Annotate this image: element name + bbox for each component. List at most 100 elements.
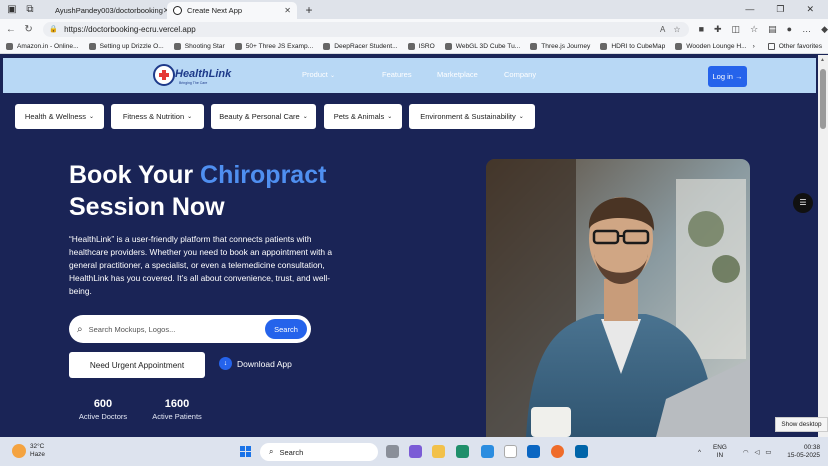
lock-icon: 🔒 [49,26,59,33]
minimize-icon[interactable]: — [745,4,754,15]
bookmark-item[interactable]: Three.js Journey [530,42,590,50]
category-health-wellness[interactable]: Health & Wellness ⌄ [15,104,104,129]
nav-product[interactable]: Product ⌄ [302,70,382,79]
bookmark-icon [407,42,415,50]
search-bar: ⌕ Search Mockups, Logos... Search [69,315,311,343]
site-header: HealthLink Bringing The Care Product ⌄ F… [3,58,816,93]
scroll-up-icon[interactable]: ▲ [820,57,825,63]
chrome-app-icon[interactable] [481,445,494,458]
bookmark-item[interactable]: WebGL 3D Cube Tu... [444,42,520,50]
address-bar-row: ← ↻ 🔒 https://doctorbooking-ecru.vercel.… [0,19,828,39]
windows-start-icon[interactable] [240,446,252,458]
profile-icon[interactable]: ● [787,24,792,35]
chevron-right-icon[interactable]: › [753,43,755,50]
restore-icon[interactable]: ❐ [776,4,784,15]
chevron-up-icon[interactable]: ^ [698,449,701,456]
stat-active-patients: 1600 Active Patients [152,398,202,421]
close-window-icon[interactable]: ✕ [806,4,814,15]
window-controls: — ❐ ✕ [745,4,828,15]
url-text: https://doctorbooking-ecru.vercel.app [64,24,196,34]
new-tab-icon[interactable]: + [303,4,315,16]
web-page: HealthLink Bringing The Care Product ⌄ F… [0,55,818,437]
tab-github[interactable]: AyushPandey003/doctorbooking ✕ [44,2,170,19]
scrollbar-thumb[interactable] [820,69,826,129]
bookmark-icon [675,42,683,50]
bookmark-item[interactable]: HDRI to CubeMap [600,42,665,50]
favorite-star-icon[interactable]: ☆ [673,25,680,34]
show-desktop-tooltip: Show desktop [775,417,828,432]
extension-icon[interactable]: ■ [699,24,704,35]
wifi-icon[interactable]: ◠ [743,448,749,456]
other-favorites[interactable]: Other favorites [767,42,822,50]
bookmark-item[interactable]: Setting up Drizzle O... [88,42,164,50]
vscode-icon[interactable] [575,445,588,458]
linkedin-icon[interactable] [527,445,540,458]
stat-active-doctors: 600 Active Doctors [78,398,128,421]
bookmark-item[interactable]: 50+ Three JS Examp... [234,42,313,50]
urgent-appointment-button[interactable]: Need Urgent Appointment [69,352,205,378]
volume-icon[interactable]: ◁ [754,448,759,456]
close-tab-icon[interactable]: ✕ [284,6,291,15]
copilot-icon[interactable]: ◆ [821,24,828,35]
bookmark-icon [444,42,452,50]
firefox-icon[interactable] [551,445,564,458]
weather-widget[interactable]: 32°C Haze [12,443,45,459]
favorites-icon[interactable]: ☆ [750,24,758,35]
nav-features[interactable]: Features [382,70,437,79]
hero-highlight: Chiropract [200,161,327,189]
collections-icon[interactable]: ▤ [768,24,777,35]
bookmark-item[interactable]: Wooden Lounge H... [675,42,747,50]
nav-marketplace[interactable]: Marketplace [437,70,504,79]
task-view-icon[interactable] [386,445,399,458]
main-nav: Product ⌄ Features Marketplace Company [302,70,536,79]
hero-description: “HealthLink” is a user-friendly platform… [69,234,333,296]
system-clock[interactable]: 00:38 15-05-2025 [784,444,820,460]
chevron-down-icon: ⌄ [89,114,95,120]
more-icon[interactable]: … [802,24,811,35]
back-icon[interactable]: ← [4,24,18,35]
folder-icon [767,42,775,50]
workspaces-icon[interactable]: ▣ [6,4,18,16]
puzzle-icon[interactable]: ✚ [714,24,722,35]
language-indicator[interactable]: ENG IN [713,444,727,460]
read-aloud-icon[interactable]: A [660,25,665,34]
category-environment-sustainability[interactable]: Environment & Sustainability ⌄ [409,104,535,129]
chevron-down-icon: ⌄ [329,73,335,79]
bookmark-item[interactable]: Amazon.in - Online... [6,42,79,50]
category-pets-animals[interactable]: Pets & Animals ⌄ [324,104,402,129]
bookmark-icon [234,42,242,50]
tab-title: AyushPandey003/doctorbooking [55,6,163,15]
download-app-link[interactable]: ↓ Download App [219,357,292,370]
chevron-down-icon: ⌄ [387,114,393,120]
taskbar-search[interactable]: ⌕ Search [260,443,378,461]
bookmark-item[interactable]: Shooting Star [173,42,225,50]
system-tray: ^ ENG IN ◠ ◁ ▭ [698,444,771,460]
category-fitness-nutrition[interactable]: Fitness & Nutrition ⌄ [111,104,204,129]
bookmark-item[interactable]: DeepRacer Student... [323,42,398,50]
sidebar-toggle-icon[interactable]: ☰ [793,193,813,213]
search-icon: ⌕ [77,323,83,335]
battery-icon[interactable]: ▭ [765,448,771,456]
healthlink-logo[interactable]: HealthLink Bringing The Care [151,61,231,91]
hero-title: Book Your Chiropract Session Now [69,161,327,221]
nextjs-icon [173,6,182,15]
copilot-app-icon[interactable] [409,445,422,458]
tab-create-next-app[interactable]: Create Next App ✕ [167,2,297,19]
page-scrollbar[interactable]: ▲ [818,55,828,437]
login-button[interactable]: Log in → [708,66,747,87]
bookmarks-bar: Amazon.in - Online... Setting up Drizzle… [0,39,828,54]
store-app-icon[interactable] [504,445,517,458]
split-screen-icon[interactable]: ◫ [732,24,741,35]
bookmark-item[interactable]: ISRO [407,42,435,50]
refresh-icon[interactable]: ↻ [22,24,36,35]
browser-tab-bar: ▣ ⧉ AyushPandey003/doctorbooking ✕ Creat… [0,0,828,19]
file-explorer-icon[interactable] [432,445,445,458]
tab-actions-icon[interactable]: ⧉ [24,4,36,16]
search-input[interactable]: Search Mockups, Logos... [89,325,176,334]
category-beauty-personal-care[interactable]: Beauty & Personal Care ⌄ [211,104,316,129]
search-button[interactable]: Search [265,319,307,339]
nav-company[interactable]: Company [504,70,536,79]
windows-taskbar: 32°C Haze ⌕ Search ^ ENG IN ◠ ◁ ▭ 00:38 … [0,437,828,466]
edge-browser-icon[interactable] [456,445,469,458]
url-field[interactable]: 🔒 https://doctorbooking-ecru.vercel.app … [43,21,689,37]
